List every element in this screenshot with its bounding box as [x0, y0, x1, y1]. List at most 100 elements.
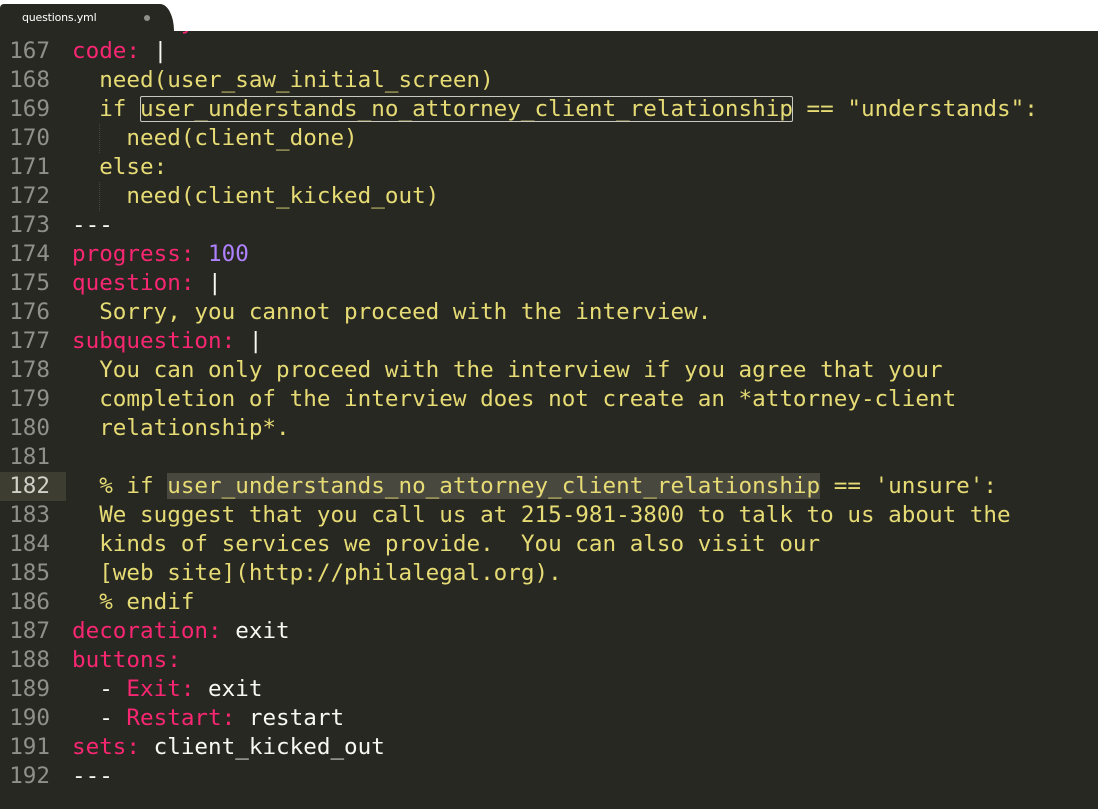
line-content: else: [72, 153, 167, 182]
code-token: --- [72, 212, 113, 238]
code-token: Sorry, you cannot proceed with the inter… [72, 299, 712, 325]
code-line[interactable]: 183 We suggest that you call us at 215-9… [0, 501, 1098, 530]
line-number: 178 [9, 357, 50, 383]
code-token: Restart: [126, 705, 236, 731]
code-token: == 'unsure': [820, 473, 997, 499]
code-token: | [235, 328, 263, 354]
line-content: % if user_understands_no_attorney_client… [72, 472, 997, 501]
code-token: if [72, 96, 141, 122]
code-line[interactable]: 189 - Exit: exit [0, 675, 1098, 704]
code-line[interactable]: 185 [web site](http://philalegal.org). [0, 559, 1098, 588]
line-number: 177 [9, 328, 50, 354]
code-token: Exit: [126, 676, 195, 702]
line-content: decoration: exit [72, 617, 290, 646]
line-number: 173 [9, 212, 50, 238]
code-line[interactable]: 172 need(client_kicked_out) [0, 182, 1098, 211]
line-content: need(client_kicked_out) [72, 182, 439, 211]
line-number: 182 [9, 473, 50, 499]
line-number: 169 [9, 96, 50, 122]
code-line[interactable]: 181 [0, 443, 1098, 472]
code-line[interactable]: 175 question: | [0, 269, 1098, 298]
tab-bar: questions.yml [0, 0, 1098, 31]
line-content: kinds of services we provide. You can al… [72, 530, 820, 559]
line-content: --- [72, 211, 113, 240]
code-token: We suggest that you call us at 215-981-3… [72, 502, 1011, 528]
line-number: 183 [9, 502, 50, 528]
code-line[interactable]: 178 You can only proceed with the interv… [0, 356, 1098, 385]
indent-guide [99, 124, 101, 153]
code-line[interactable]: 168 need(user_saw_initial_screen) [0, 66, 1098, 95]
line-content: % endif [72, 588, 194, 617]
code-token: need(client_done) [72, 125, 358, 151]
code-line[interactable]: 186 % endif [0, 588, 1098, 617]
code-token: completion of the interview does not cre… [72, 386, 957, 412]
line-content: code: | [72, 37, 167, 66]
unsaved-dot-icon[interactable] [144, 15, 150, 21]
code-token: progress: [72, 241, 195, 267]
code-line[interactable]: 192 --- [0, 762, 1098, 791]
code-line[interactable]: 180 relationship*. [0, 414, 1098, 443]
line-number: 189 [9, 676, 50, 702]
code-line[interactable]: 176 Sorry, you cannot proceed with the i… [0, 298, 1098, 327]
line-number: 185 [9, 560, 50, 586]
line-content: completion of the interview does not cre… [72, 385, 956, 414]
line-number: 184 [9, 531, 50, 557]
code-lines: 166mandatory: true167code: |168 need(use… [0, 31, 1098, 791]
code-token: | [194, 270, 222, 296]
line-number: 192 [9, 763, 50, 789]
line-content: --- [72, 762, 113, 791]
code-token: question: [72, 270, 195, 296]
code-line[interactable]: 190 - Restart: restart [0, 704, 1098, 733]
line-content: if user_understands_no_attorney_client_r… [72, 95, 1038, 124]
code-token: code: [72, 38, 141, 64]
code-line[interactable]: 179 completion of the interview does not… [0, 385, 1098, 414]
line-content: buttons: [72, 646, 181, 675]
code-line[interactable]: 170 need(client_done) [0, 124, 1098, 153]
code-line[interactable]: 173 --- [0, 211, 1098, 240]
code-token: kinds of services we provide. You can al… [72, 531, 821, 557]
code-line[interactable]: 182 % if user_understands_no_attorney_cl… [0, 472, 1098, 501]
code-token: need(user_saw_initial_screen) [72, 67, 494, 93]
tab-questions-yml[interactable]: questions.yml [0, 4, 174, 31]
line-number: 187 [9, 618, 50, 644]
code-token: exit [194, 676, 263, 702]
code-token: restart [235, 705, 345, 731]
code-line[interactable]: 169 if user_understands_no_attorney_clie… [0, 95, 1098, 124]
code-token: else: [72, 154, 168, 180]
code-line[interactable]: 174 progress: 100 [0, 240, 1098, 269]
line-content: relationship*. [72, 414, 290, 443]
line-content: sets: client_kicked_out [72, 733, 385, 762]
code-line[interactable]: 167 code: | [0, 37, 1098, 66]
line-number: 186 [9, 589, 50, 615]
line-content: Sorry, you cannot proceed with the inter… [72, 298, 711, 327]
code-editor[interactable]: 166mandatory: true167code: |168 need(use… [0, 31, 1098, 809]
code-line[interactable]: 177 subquestion: | [0, 327, 1098, 356]
code-token: 100 [208, 241, 249, 267]
line-content: - Restart: restart [72, 704, 344, 733]
tab-label: questions.yml [22, 11, 97, 24]
code-token: need(client_kicked_out) [72, 183, 440, 209]
code-token: [web site](http://philalegal.org). [72, 560, 562, 586]
line-content: need(client_done) [72, 124, 358, 153]
line-number: 168 [9, 67, 50, 93]
code-line[interactable]: 187 decoration: exit [0, 617, 1098, 646]
line-content: progress: 100 [72, 240, 249, 269]
code-line[interactable]: 191 sets: client_kicked_out [0, 733, 1098, 762]
line-content: You can only proceed with the interview … [72, 356, 943, 385]
code-token: true [208, 31, 276, 35]
code-line[interactable]: 184 kinds of services we provide. You ca… [0, 530, 1098, 559]
code-line[interactable]: 188 buttons: [0, 646, 1098, 675]
code-token: You can only proceed with the interview … [72, 357, 943, 383]
code-token: decoration: [72, 618, 222, 644]
line-content: question: | [72, 269, 222, 298]
line-content: need(user_saw_initial_screen) [72, 66, 494, 95]
code-token: relationship*. [72, 415, 290, 441]
line-number: 167 [9, 38, 50, 64]
line-number: 176 [9, 299, 50, 325]
code-token: % endif [72, 589, 195, 615]
line-number: 191 [9, 734, 50, 760]
code-token: - [72, 676, 127, 702]
code-line[interactable]: 171 else: [0, 153, 1098, 182]
matched-identifier: user_understands_no_attorney_client_rela… [140, 96, 793, 122]
